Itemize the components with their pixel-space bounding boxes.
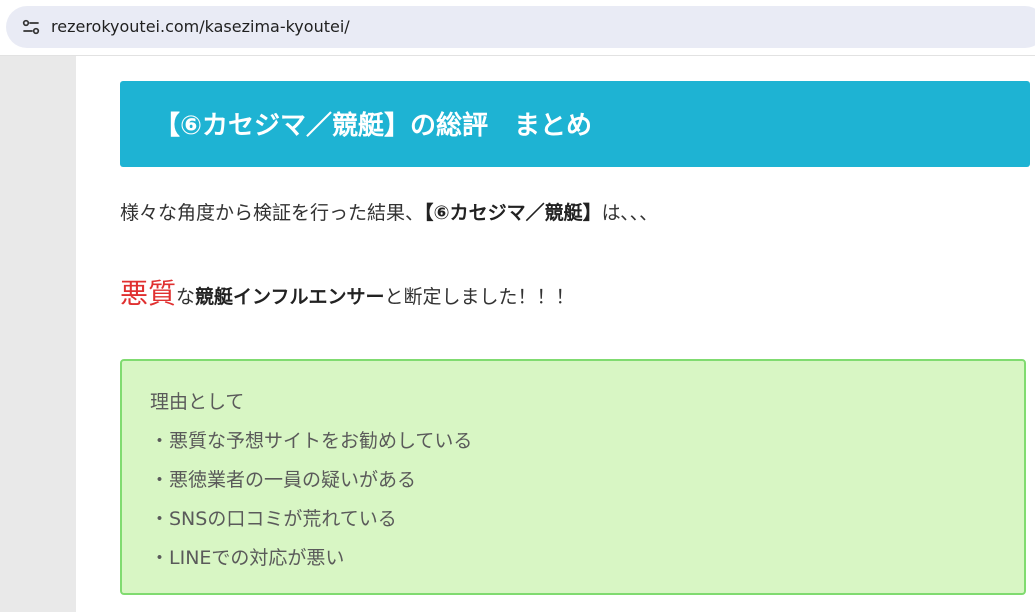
verdict-suffix: と断定しました！！！ xyxy=(384,286,575,308)
summary-prefix: 様々な角度から検証を行った結果、 xyxy=(120,202,425,224)
reason-item: ・悪質な予想サイトをお勧めしている xyxy=(150,430,473,452)
verdict-paragraph: 悪質な競艇インフルエンサーと断定しました！！！ xyxy=(120,272,574,312)
summary-paragraph: 様々な角度から検証を行った結果、【⑥カセジマ／競艇】は､､､ xyxy=(120,198,649,225)
verdict-connector: な xyxy=(176,286,196,308)
verdict-bold: 競艇インフルエンサー xyxy=(195,286,385,308)
section-heading-text: 【⑥カセジマ／競艇】の総評 まとめ xyxy=(154,111,593,141)
reasons-intro: 理由として xyxy=(150,391,245,413)
url-text[interactable]: rezerokyoutei.com/kasezima-kyoutei/ xyxy=(51,17,350,36)
browser-address-bar: rezerokyoutei.com/kasezima-kyoutei/ xyxy=(0,0,1035,56)
url-field[interactable]: rezerokyoutei.com/kasezima-kyoutei/ xyxy=(6,6,1035,48)
reason-item: ・SNSの口コミが荒れている xyxy=(150,508,397,530)
tune-icon[interactable] xyxy=(18,14,44,40)
reason-item: ・悪徳業者の一員の疑いがある xyxy=(150,469,417,491)
verdict-red-word: 悪質 xyxy=(120,277,177,310)
reason-item: ・LINEでの対応が悪い xyxy=(150,547,345,569)
summary-suffix: は､､､ xyxy=(601,202,650,224)
article-content: 【⑥カセジマ／競艇】の総評 まとめ 様々な角度から検証を行った結果、【⑥カセジマ… xyxy=(76,56,1035,612)
page-left-gutter xyxy=(0,56,76,612)
section-heading: 【⑥カセジマ／競艇】の総評 まとめ xyxy=(120,81,1030,167)
reasons-box: 理由として ・悪質な予想サイトをお勧めしている ・悪徳業者の一員の疑いがある ・… xyxy=(120,359,1026,595)
summary-bold-name: 【⑥カセジマ／競艇】 xyxy=(424,202,602,224)
